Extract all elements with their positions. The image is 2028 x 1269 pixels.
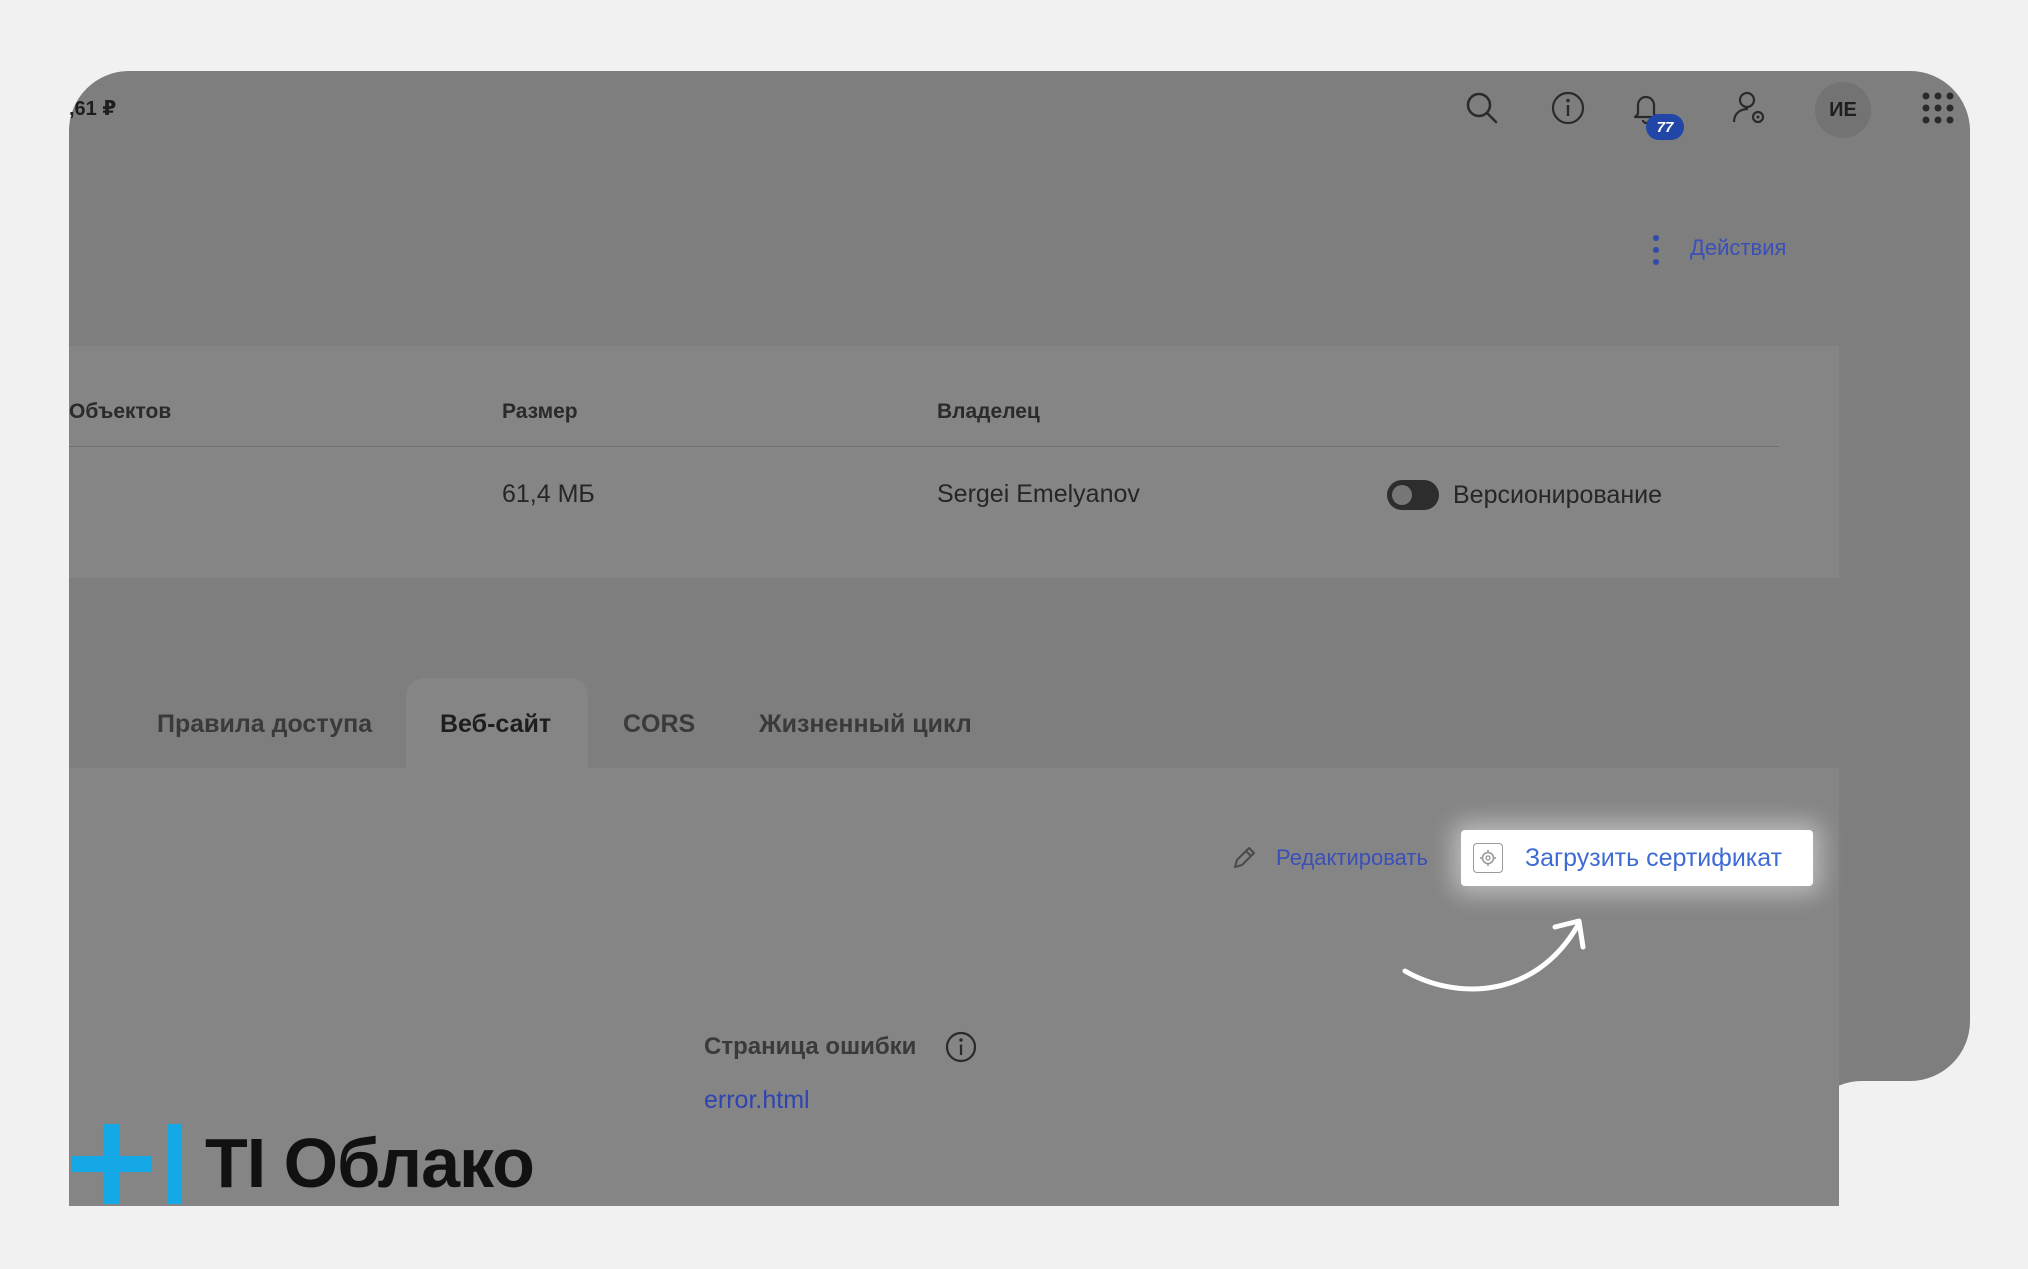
divider xyxy=(69,446,1779,447)
logo-text: TI Облако xyxy=(205,1124,535,1202)
edit-button[interactable]: Редактировать xyxy=(1276,845,1428,871)
error-page-link[interactable]: error.html xyxy=(704,1086,810,1115)
bucket-owner-value: Sergei Emelyanov xyxy=(937,480,1140,508)
avatar[interactable]: ИЕ xyxy=(1815,82,1871,138)
upload-certificate-button[interactable]: Загрузить сертификат xyxy=(1461,830,1813,886)
versioning-label: Версионирование xyxy=(1453,481,1663,509)
pointer-arrow-icon xyxy=(1402,918,1586,992)
bucket-size-value: 61,4 МБ xyxy=(502,480,595,508)
notification-badge: 77 xyxy=(1646,114,1684,140)
pencil-icon xyxy=(1234,847,1255,868)
bucket-info-panel xyxy=(69,346,1839,578)
certificate-gear-icon xyxy=(1473,843,1503,873)
search-icon[interactable] xyxy=(1462,88,1502,128)
tab-access-rules[interactable]: Правила доступа xyxy=(157,710,372,739)
column-header-objects: Объектов xyxy=(69,400,172,423)
versioning-toggle[interactable] xyxy=(1387,480,1439,510)
apps-grid-icon[interactable] xyxy=(1918,88,1958,128)
logo-bar xyxy=(168,1124,182,1204)
upload-certificate-label: Загрузить сертификат xyxy=(1525,843,1783,872)
error-page-label: Страница ошибки xyxy=(704,1033,917,1060)
tab-website[interactable]: Веб-сайт xyxy=(440,710,551,739)
user-settings-icon[interactable] xyxy=(1730,88,1770,128)
info-icon[interactable] xyxy=(944,1030,978,1064)
info-icon[interactable] xyxy=(1548,88,1588,128)
column-header-size: Размер xyxy=(502,400,578,423)
tab-lifecycle[interactable]: Жизненный цикл xyxy=(759,710,972,739)
tab-cors[interactable]: CORS xyxy=(623,710,695,739)
kebab-menu-icon[interactable] xyxy=(1652,234,1660,266)
actions-button[interactable]: Действия xyxy=(1690,235,1786,261)
account-balance: ,61 ₽ xyxy=(69,98,117,120)
column-header-owner: Владелец xyxy=(937,400,1040,423)
